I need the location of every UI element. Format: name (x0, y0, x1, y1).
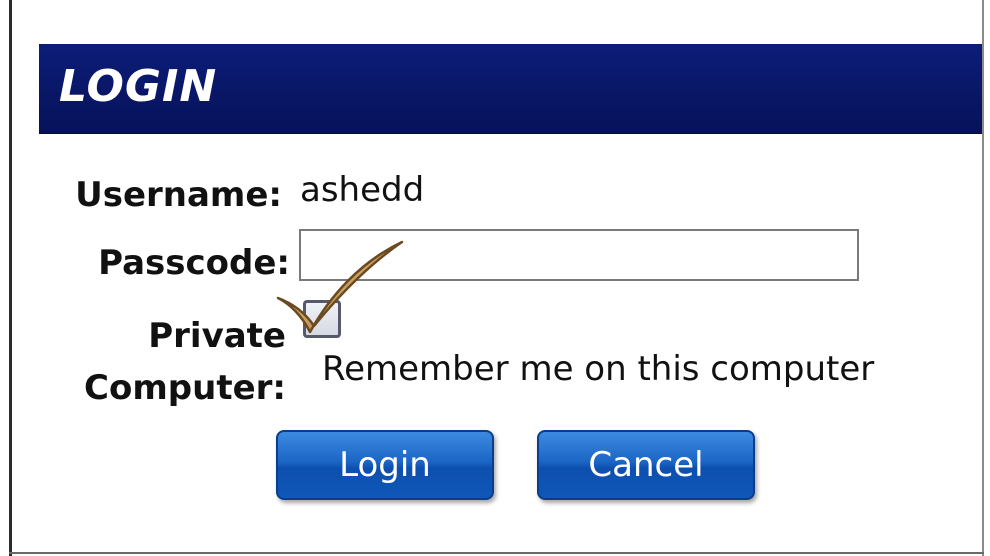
username-value: ashedd (300, 170, 425, 210)
private-computer-label-line2: Computer: (84, 368, 286, 408)
window-right-border (982, 0, 984, 556)
passcode-label: Passcode: (98, 243, 290, 283)
login-window: LOGIN Username: ashedd Passcode: Private… (0, 0, 990, 556)
username-label: Username: (75, 175, 282, 215)
private-computer-label-line1: Private (148, 316, 286, 356)
window-bottom-border (9, 552, 984, 554)
remember-me-checkbox[interactable] (303, 300, 341, 338)
login-header: LOGIN (39, 44, 982, 134)
window-left-border (9, 0, 12, 556)
cancel-button[interactable]: Cancel (537, 430, 755, 500)
page-title: LOGIN (59, 61, 218, 112)
passcode-input[interactable] (299, 229, 859, 281)
remember-me-text: Remember me on this computer (322, 349, 875, 389)
login-button[interactable]: Login (276, 430, 494, 500)
